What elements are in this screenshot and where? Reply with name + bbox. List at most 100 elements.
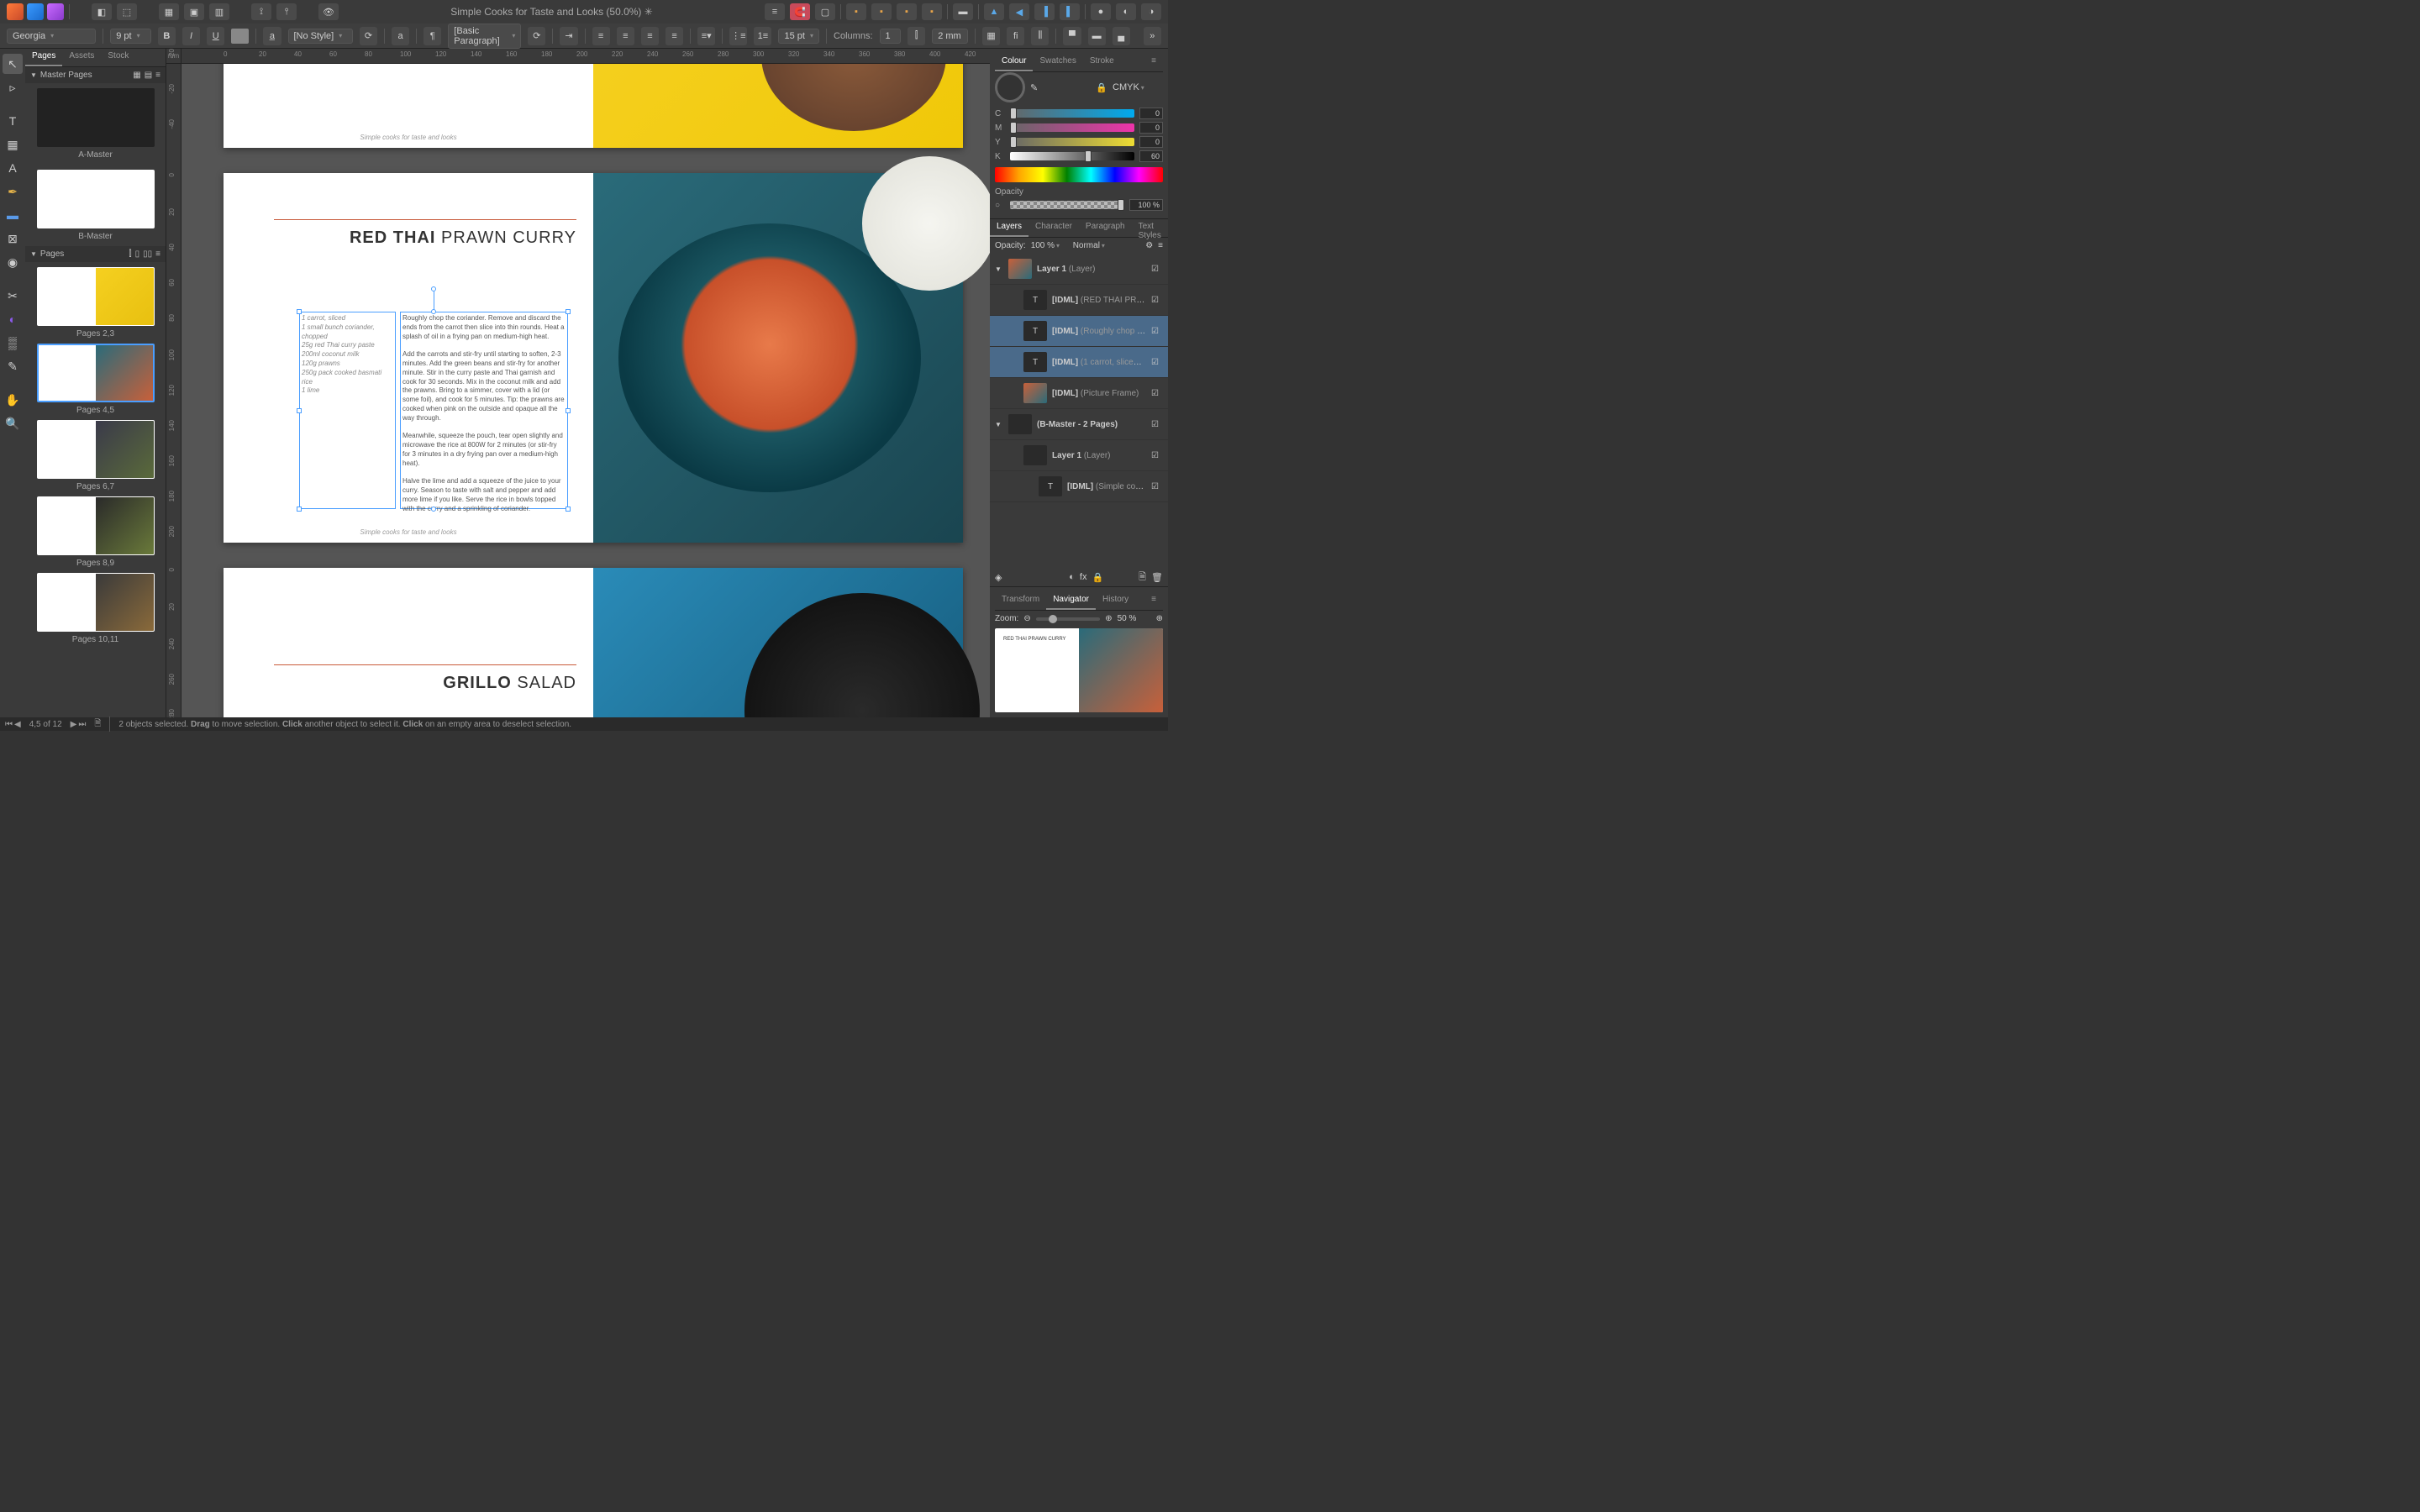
next-page-icon[interactable]: ▶: [71, 720, 77, 729]
transform-tab[interactable]: Transform: [995, 592, 1046, 610]
align-right-text-icon[interactable]: ≡: [641, 27, 659, 45]
panel-menu-icon[interactable]: ≡: [1144, 54, 1163, 71]
persona-2-icon[interactable]: ⬚: [117, 3, 137, 20]
bullet-list-icon[interactable]: ⋮≡: [729, 27, 747, 45]
add-layer-icon[interactable]: 🗎: [1139, 570, 1146, 585]
baseline-grid-icon[interactable]: ≡: [765, 3, 785, 20]
pages-single-icon[interactable]: ▯: [135, 249, 140, 259]
lock-icon[interactable]: 🔒: [1096, 82, 1107, 93]
vertical-ruler[interactable]: -40-20-20-400204060801001201401601802000…: [166, 64, 182, 717]
typography-icon[interactable]: a: [392, 27, 409, 45]
para-style-dropdown[interactable]: [Basic Paragraph]: [448, 24, 521, 49]
layer-item[interactable]: Layer 1 (Layer)☑: [990, 440, 1168, 471]
clip-canvas-icon[interactable]: ▢: [815, 3, 835, 20]
font-family-dropdown[interactable]: Georgia: [7, 29, 96, 44]
delete-layer-icon[interactable]: 🗑: [1151, 572, 1163, 583]
resize-handle[interactable]: [431, 309, 436, 314]
add-page-icon[interactable]: 🗎: [94, 717, 101, 732]
pages-facing-icon[interactable]: ▯▯: [143, 249, 152, 259]
black-value[interactable]: 60: [1139, 150, 1163, 162]
tab-stops-icon[interactable]: ⇥: [560, 27, 577, 45]
layer-visibility-checkbox[interactable]: ☑: [1151, 327, 1163, 336]
canvas[interactable]: mm 0204060801001201401601802002202402602…: [166, 49, 990, 717]
vert-align-top-icon[interactable]: ▀: [1063, 27, 1081, 45]
navigator-tab[interactable]: Navigator: [1046, 592, 1096, 610]
resize-handle[interactable]: [297, 408, 302, 413]
stroke-tab[interactable]: Stroke: [1083, 54, 1121, 71]
master-menu-icon[interactable]: ≡: [155, 71, 160, 80]
number-list-icon[interactable]: 1≡: [754, 27, 771, 45]
adjustment-icon[interactable]: ◐: [1069, 572, 1075, 582]
layer-item[interactable]: ▼Layer 1 (Layer)☑: [990, 254, 1168, 285]
selection-bounds[interactable]: [299, 312, 568, 509]
overflow-menu-icon[interactable]: »: [1144, 27, 1161, 45]
spread-6-7-thumb[interactable]: Pages 6,7: [25, 420, 166, 491]
assets-tab[interactable]: Assets: [62, 49, 101, 66]
spread-8-9-thumb[interactable]: Pages 8,9: [25, 496, 166, 568]
section-icon[interactable]: ▬: [953, 3, 973, 20]
magenta-value[interactable]: 0: [1139, 122, 1163, 134]
yellow-value[interactable]: 0: [1139, 136, 1163, 148]
photo-app-icon[interactable]: [27, 3, 44, 20]
frame-options-2-icon[interactable]: fi: [1007, 27, 1024, 45]
master-pages-header[interactable]: ▼ Master Pages ▦ ▤ ≡: [25, 67, 166, 83]
layer-item[interactable]: T[IDML] (1 carrot, sliced ¶1 t☑: [990, 347, 1168, 378]
underline-button[interactable]: U: [207, 27, 224, 45]
layer-opacity-input[interactable]: 100 %: [1031, 241, 1068, 250]
frame-options-3-icon[interactable]: ⫼: [1031, 27, 1049, 45]
pen-tool-icon[interactable]: ✒: [3, 181, 23, 202]
gutter-input[interactable]: 2 mm: [932, 29, 968, 44]
move-back-icon[interactable]: ▪: [846, 3, 866, 20]
colour-tab[interactable]: Colour: [995, 54, 1033, 71]
italic-button[interactable]: I: [182, 27, 200, 45]
layer-visibility-checkbox[interactable]: ☑: [1151, 420, 1163, 429]
bold-button[interactable]: B: [158, 27, 176, 45]
layer-item[interactable]: T[IDML] (Roughly chop the c☑: [990, 316, 1168, 347]
resize-handle[interactable]: [566, 507, 571, 512]
spread-2-3-thumb[interactable]: Pages 2,3: [25, 267, 166, 339]
leading-dropdown[interactable]: 15 pt: [778, 29, 819, 44]
spread-4-5-thumb[interactable]: Pages 4,5: [25, 344, 166, 415]
layer-item[interactable]: T[IDML] (RED THAI PRAWN C☑: [990, 285, 1168, 316]
master-options-icon[interactable]: ▦: [133, 71, 140, 80]
place-image-tool-icon[interactable]: ◉: [3, 252, 23, 272]
preferences-icon[interactable]: ▣: [184, 3, 204, 20]
pages-menu-icon[interactable]: ≡: [155, 249, 160, 259]
black-slider[interactable]: [1010, 152, 1134, 160]
opacity-slider[interactable]: [1010, 201, 1124, 209]
publisher-app-icon[interactable]: [47, 3, 64, 20]
table-tool-icon[interactable]: ▦: [3, 134, 23, 155]
text-color-swatch[interactable]: [231, 29, 249, 44]
zoom-fit-icon[interactable]: ⊕: [1156, 614, 1163, 623]
opacity-value[interactable]: 100 %: [1129, 199, 1163, 211]
spread-setup-icon[interactable]: ▥: [209, 3, 229, 20]
navigator-preview[interactable]: RED THAI PRAWN CURRY: [995, 628, 1163, 712]
pages-tab[interactable]: Pages: [25, 49, 62, 66]
preview-mode-icon[interactable]: 👁: [318, 3, 339, 20]
designer-app-icon[interactable]: [7, 3, 24, 20]
colour-well[interactable]: [995, 72, 1025, 102]
resize-handle[interactable]: [566, 309, 571, 314]
spectrum-picker[interactable]: [995, 167, 1163, 182]
layer-visibility-checkbox[interactable]: ☑: [1151, 358, 1163, 367]
blend-mode-dropdown[interactable]: Normal: [1073, 241, 1141, 250]
zoom-tool-icon[interactable]: 🔍: [3, 413, 23, 433]
picture-frame-tool-icon[interactable]: ⊠: [3, 228, 23, 249]
update-para-style-icon[interactable]: ⟳: [528, 27, 545, 45]
magenta-slider[interactable]: [1010, 123, 1134, 132]
font-size-dropdown[interactable]: 9 pt: [110, 29, 151, 44]
layer-visibility-checkbox[interactable]: ☑: [1151, 296, 1163, 305]
spread-10-11-thumb[interactable]: Pages 10,11: [25, 573, 166, 644]
forward-one-icon[interactable]: ▪: [897, 3, 917, 20]
char-style-dropdown[interactable]: [No Style]: [288, 29, 353, 44]
eyedropper-icon[interactable]: ✎: [1030, 82, 1038, 93]
zoom-slider[interactable]: [1036, 617, 1100, 621]
boolean-add-icon[interactable]: ●: [1091, 3, 1111, 20]
panel-menu-icon[interactable]: ≡: [1144, 592, 1163, 610]
history-tab[interactable]: History: [1096, 592, 1135, 610]
swatches-tab[interactable]: Swatches: [1033, 54, 1082, 71]
move-front-icon[interactable]: ▪: [922, 3, 942, 20]
layers-tab[interactable]: Layers: [990, 219, 1028, 237]
layer-settings-icon[interactable]: ⚙: [1145, 241, 1153, 250]
layer-visibility-checkbox[interactable]: ☑: [1151, 482, 1163, 491]
